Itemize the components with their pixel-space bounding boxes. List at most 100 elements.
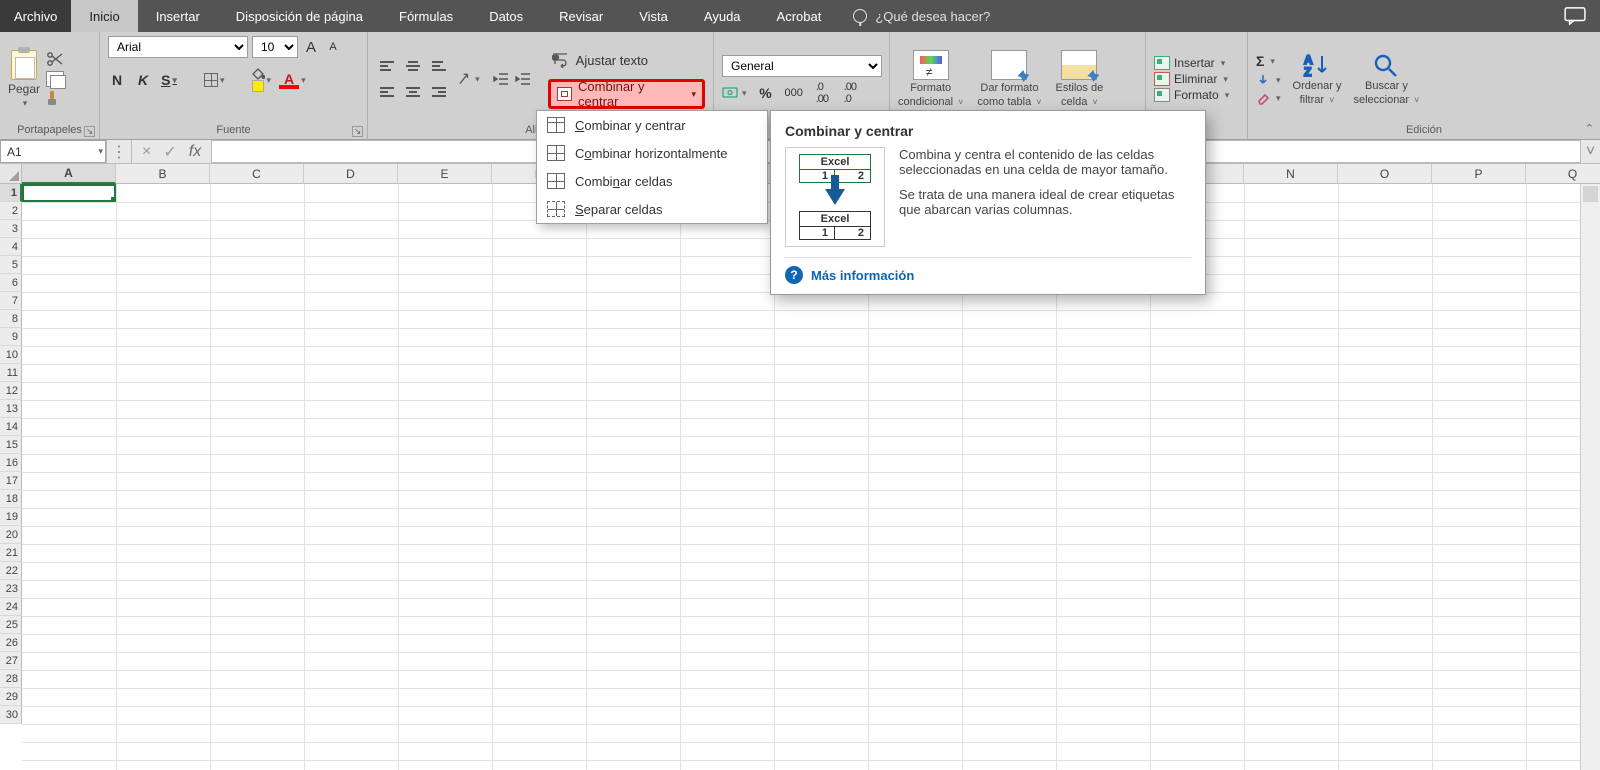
- row-header-25[interactable]: 25: [0, 616, 22, 634]
- row-header-11[interactable]: 11: [0, 364, 22, 382]
- row-header-3[interactable]: 3: [0, 220, 22, 238]
- fill-color-button[interactable]: ▾: [251, 70, 272, 90]
- dialog-launcher-icon[interactable]: ↘: [84, 126, 95, 137]
- tab-file[interactable]: Archivo: [0, 0, 71, 32]
- row-header-1[interactable]: 1: [0, 184, 22, 202]
- tell-me-search[interactable]: ¿Qué desea hacer?: [853, 0, 990, 32]
- align-top-button[interactable]: [376, 55, 398, 77]
- tab-disposicion[interactable]: Disposición de página: [218, 0, 381, 32]
- row-header-20[interactable]: 20: [0, 526, 22, 544]
- borders-button[interactable]: ▾: [204, 70, 225, 90]
- row-header-22[interactable]: 22: [0, 562, 22, 580]
- format-painter-button[interactable]: [46, 91, 64, 107]
- menu-item-merge-center[interactable]: Combinar y centrar: [537, 111, 767, 139]
- tab-datos[interactable]: Datos: [471, 0, 541, 32]
- row-header-9[interactable]: 9: [0, 328, 22, 346]
- fill-button[interactable]: ▾: [1256, 73, 1281, 87]
- row-header-4[interactable]: 4: [0, 238, 22, 256]
- row-header-26[interactable]: 26: [0, 634, 22, 652]
- row-header-14[interactable]: 14: [0, 418, 22, 436]
- row-header-12[interactable]: 12: [0, 382, 22, 400]
- row-header-5[interactable]: 5: [0, 256, 22, 274]
- column-header-E[interactable]: E: [398, 164, 492, 184]
- row-header-27[interactable]: 27: [0, 652, 22, 670]
- row-header-16[interactable]: 16: [0, 454, 22, 472]
- format-as-table-button[interactable]: Dar formato como tabla ˅: [977, 50, 1041, 108]
- row-header-10[interactable]: 10: [0, 346, 22, 364]
- row-header-23[interactable]: 23: [0, 580, 22, 598]
- column-header-A[interactable]: A: [22, 164, 116, 184]
- active-cell-A1[interactable]: [22, 184, 116, 202]
- font-size-select[interactable]: 10: [252, 36, 298, 58]
- confirm-entry-button[interactable]: ✓: [163, 142, 176, 162]
- tab-ayuda[interactable]: Ayuda: [686, 0, 759, 32]
- tab-inicio[interactable]: Inicio: [71, 0, 137, 32]
- tab-insertar[interactable]: Insertar: [138, 0, 218, 32]
- font-name-select[interactable]: Arial: [108, 36, 248, 58]
- name-box[interactable]: A1▾: [0, 140, 106, 163]
- accounting-format-button[interactable]: ▾: [722, 86, 747, 100]
- row-header-15[interactable]: 15: [0, 436, 22, 454]
- cell-styles-button[interactable]: Estilos de celda ˅: [1056, 50, 1104, 108]
- column-header-B[interactable]: B: [116, 164, 210, 184]
- select-all-corner[interactable]: [0, 164, 22, 184]
- format-cells-button[interactable]: Formato▾: [1154, 88, 1229, 102]
- conditional-formatting-button[interactable]: Formato condicional ˅: [898, 50, 963, 108]
- collapse-ribbon-button[interactable]: ⌃: [1585, 122, 1594, 135]
- row-header-28[interactable]: 28: [0, 670, 22, 688]
- row-header-30[interactable]: 30: [0, 706, 22, 724]
- row-header-8[interactable]: 8: [0, 310, 22, 328]
- bold-button[interactable]: N: [108, 70, 126, 90]
- find-select-button[interactable]: Buscar y seleccionar ˅: [1353, 52, 1419, 106]
- row-header-17[interactable]: 17: [0, 472, 22, 490]
- percent-button[interactable]: %: [757, 83, 775, 103]
- comma-style-button[interactable]: 000: [785, 83, 803, 103]
- row-header-29[interactable]: 29: [0, 688, 22, 706]
- sort-filter-button[interactable]: AZ Ordenar y filtrar ˅: [1293, 52, 1342, 106]
- column-header-O[interactable]: O: [1338, 164, 1432, 184]
- decrease-indent-button[interactable]: [492, 69, 510, 89]
- align-left-button[interactable]: [376, 81, 398, 103]
- increase-indent-button[interactable]: [514, 69, 532, 89]
- insert-cells-button[interactable]: Insertar▾: [1154, 56, 1229, 70]
- expand-formula-bar-button[interactable]: ˅: [1580, 140, 1600, 163]
- delete-cells-button[interactable]: Eliminar▾: [1154, 72, 1229, 86]
- dialog-launcher-icon[interactable]: ↘: [352, 126, 363, 137]
- row-header-6[interactable]: 6: [0, 274, 22, 292]
- tooltip-more-info-link[interactable]: ? Más información: [785, 266, 1191, 284]
- row-header-24[interactable]: 24: [0, 598, 22, 616]
- name-box-resize[interactable]: ⋮: [106, 140, 132, 163]
- column-header-C[interactable]: C: [210, 164, 304, 184]
- increase-font-button[interactable]: A: [302, 37, 320, 57]
- increase-decimal-button[interactable]: .0.00: [813, 83, 831, 103]
- align-middle-button[interactable]: [402, 55, 424, 77]
- italic-button[interactable]: K: [134, 70, 152, 90]
- column-header-P[interactable]: P: [1432, 164, 1526, 184]
- chevron-down-icon[interactable]: ▾: [691, 89, 696, 100]
- font-color-button[interactable]: A ▾: [279, 70, 306, 90]
- menu-item-merge-across[interactable]: Combinar horizontalmente: [537, 139, 767, 167]
- menu-item-merge-cells[interactable]: Combinar celdas: [537, 167, 767, 195]
- column-header-N[interactable]: N: [1244, 164, 1338, 184]
- row-header-2[interactable]: 2: [0, 202, 22, 220]
- align-bottom-button[interactable]: [428, 55, 450, 77]
- align-center-button[interactable]: [402, 81, 424, 103]
- cut-button[interactable]: [46, 51, 64, 67]
- column-header-Q[interactable]: Q: [1526, 164, 1600, 184]
- align-right-button[interactable]: [428, 81, 450, 103]
- tab-vista[interactable]: Vista: [621, 0, 686, 32]
- row-header-21[interactable]: 21: [0, 544, 22, 562]
- paste-button[interactable]: Pegar ▾: [8, 50, 40, 109]
- decrease-decimal-button[interactable]: .00.0: [841, 83, 859, 103]
- row-header-19[interactable]: 19: [0, 508, 22, 526]
- comments-button[interactable]: [1564, 0, 1600, 32]
- row-header-18[interactable]: 18: [0, 490, 22, 508]
- number-format-select[interactable]: General: [722, 55, 882, 77]
- orientation-button[interactable]: ▾: [456, 69, 480, 89]
- vertical-scrollbar[interactable]: [1580, 184, 1600, 770]
- decrease-font-button[interactable]: A: [324, 37, 342, 57]
- tab-revisar[interactable]: Revisar: [541, 0, 621, 32]
- row-header-7[interactable]: 7: [0, 292, 22, 310]
- column-header-D[interactable]: D: [304, 164, 398, 184]
- insert-function-button[interactable]: fx: [189, 143, 201, 161]
